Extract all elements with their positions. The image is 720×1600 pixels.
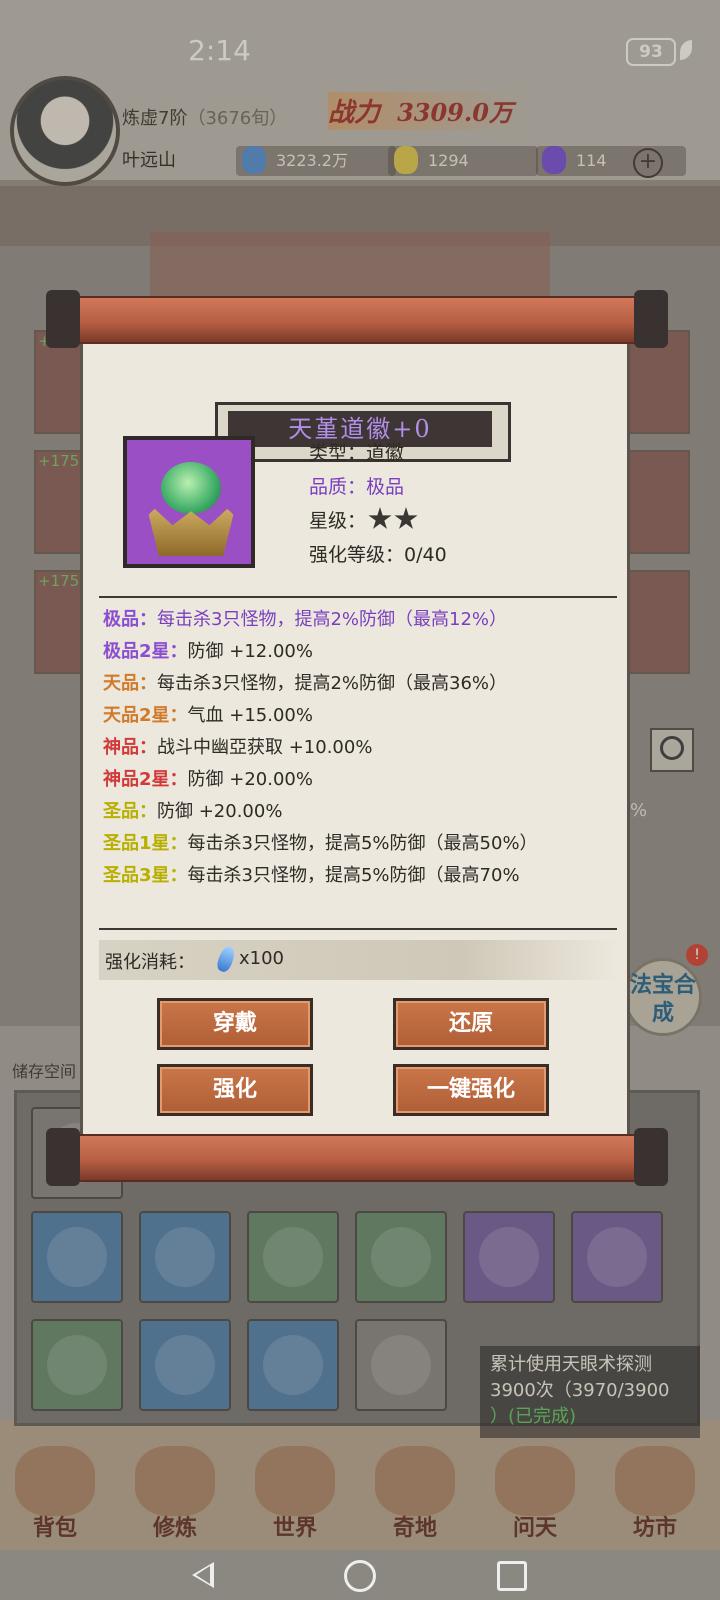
effect-text: 防御 +20.00% [187,769,313,790]
wear-button[interactable]: 穿戴 [157,998,313,1050]
restore-button[interactable]: 还原 [393,998,549,1050]
effect-tier: 极品： [103,609,157,630]
effect-row: 极品：每击杀3只怪物，提高2%防御（最高12%） [103,604,613,636]
divider [99,596,617,598]
dialog-paper: 天堇道徽+0 类型：道徽 品质：极品 星级： 强化等级：0/40 极品：每击杀3… [80,334,630,1140]
effect-text: 战斗中幽亞获取 +10.00% [157,737,373,758]
effect-row: 神品2星：防御 +20.00% [103,764,613,796]
effect-tier: 极品2星： [103,641,188,662]
effect-tier: 圣品1星： [103,833,188,854]
effect-text: 每击杀3只怪物，提高5%防御（最高50%） [187,833,538,854]
effect-row: 圣品：防御 +20.00% [103,796,613,828]
home-icon[interactable] [344,1560,376,1592]
scroll-roller-top [46,290,668,348]
cost-label: 强化消耗： [105,952,195,973]
system-navigation-bar [0,1550,720,1600]
attr-type: 类型：道徽 [309,442,405,464]
effect-row: 圣品1星：每击杀3只怪物，提高5%防御（最高50%） [103,828,613,860]
effect-tier: 神品2星： [103,769,188,790]
item-icon [123,436,255,568]
effect-text: 每击杀3只怪物，提高5%防御（最高70% [187,865,520,886]
effect-text: 防御 +20.00% [157,801,283,822]
effects-list[interactable]: 极品：每击杀3只怪物，提高2%防御（最高12%） 极品2星：防御 +12.00% 天… [103,604,613,922]
effect-tier: 神品： [103,737,157,758]
effect-row: 极品2星：防御 +12.00% [103,636,613,668]
attr-enhance-level: 强化等级：0/40 [309,544,447,566]
effect-row: 神品：战斗中幽亞获取 +10.00% [103,732,613,764]
effect-row: 天品2星：气血 +15.00% [103,700,613,732]
divider [99,928,617,930]
attr-quality: 品质：极品 [309,476,405,498]
effect-tier: 天品： [103,673,157,694]
enhance-button[interactable]: 强化 [157,1064,313,1116]
effect-text: 气血 +15.00% [187,705,313,726]
crystal-icon [214,944,238,974]
effect-tier: 圣品3星： [103,865,188,886]
effect-text: 每击杀3只怪物，提高2%防御（最高12%） [157,609,508,630]
effect-text: 每击杀3只怪物，提高2%防御（最高36%） [157,673,508,694]
effect-tier: 圣品： [103,801,157,822]
effect-text: 防御 +12.00% [187,641,313,662]
recent-apps-icon[interactable] [497,1561,527,1591]
star-icon [394,507,418,529]
enhance-cost: 强化消耗： x100 [99,940,617,980]
attr-stars: 星级： [309,506,418,533]
star-icon [368,507,392,529]
effect-tier: 天品2星： [103,705,188,726]
back-icon[interactable] [192,1562,214,1588]
one-key-enhance-button[interactable]: 一键强化 [393,1064,549,1116]
cost-count: x100 [239,948,285,969]
equipment-detail-dialog: 天堇道徽+0 类型：道徽 品质：极品 星级： 强化等级：0/40 极品：每击杀3… [46,290,668,1186]
scroll-roller-bottom [46,1128,668,1186]
effect-row: 圣品3星：每击杀3只怪物，提高5%防御（最高70% [103,860,613,892]
effect-row: 天品：每击杀3只怪物，提高2%防御（最高36%） [103,668,613,700]
